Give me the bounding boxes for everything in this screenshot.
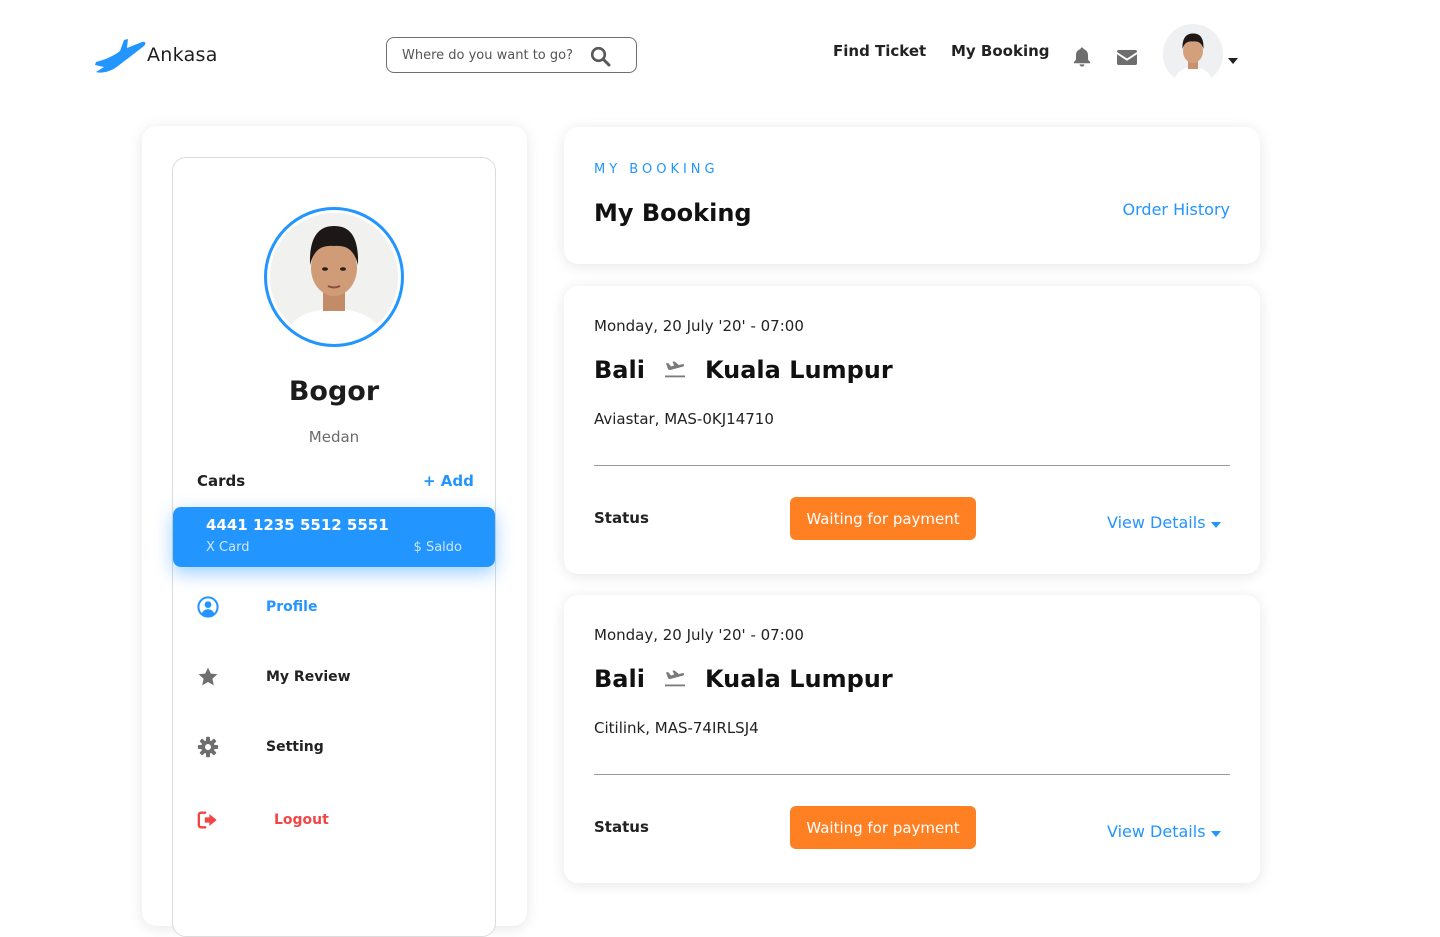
- divider: [594, 774, 1230, 775]
- origin-city: Bali: [594, 356, 645, 384]
- booking-card: Monday, 20 July '20' - 07:00 Bali Kuala …: [564, 286, 1260, 574]
- profile-photo[interactable]: [264, 207, 404, 347]
- flight-route: Bali Kuala Lumpur: [594, 356, 893, 384]
- gear-icon: [197, 736, 219, 758]
- flight-date: Monday, 20 July '20' - 07:00: [594, 626, 804, 644]
- search-bar[interactable]: [386, 37, 637, 73]
- view-details-button[interactable]: View Details: [1107, 822, 1221, 841]
- plane-icon: [664, 670, 685, 688]
- plane-icon: [664, 361, 685, 379]
- booking-header-card: MY BOOKING My Booking Order History: [564, 127, 1260, 264]
- status-label: Status: [594, 509, 649, 527]
- payment-card[interactable]: 4441 1235 5512 5551 X Card $ Saldo: [173, 507, 495, 567]
- logout-icon: [197, 809, 219, 831]
- status-badge: Waiting for payment: [790, 806, 976, 849]
- view-details-label: View Details: [1107, 513, 1206, 532]
- profile-city: Medan: [308, 428, 360, 446]
- star-icon: [197, 666, 219, 688]
- divider: [594, 465, 1230, 466]
- user-circle-icon: [197, 596, 219, 618]
- card-number: 4441 1235 5512 5551: [206, 516, 389, 534]
- menu-item-setting[interactable]: Setting: [197, 736, 324, 758]
- status-badge: Waiting for payment: [790, 497, 976, 540]
- chevron-down-icon: [1210, 822, 1221, 841]
- menu-item-profile[interactable]: Profile: [197, 596, 317, 618]
- airline-code: Aviastar, MAS-0KJ14710: [594, 410, 774, 428]
- chevron-down-icon[interactable]: [1228, 49, 1238, 68]
- menu-item-logout[interactable]: Logout: [197, 809, 329, 831]
- status-label: Status: [594, 818, 649, 836]
- menu-item-my-review[interactable]: My Review: [197, 666, 351, 688]
- order-history-link[interactable]: Order History: [1123, 200, 1230, 219]
- search-input[interactable]: [402, 47, 577, 63]
- airline-code: Citilink, MAS-74IRLSJ4: [594, 719, 759, 737]
- view-details-label: View Details: [1107, 822, 1206, 841]
- card-type: X Card: [206, 540, 250, 555]
- flight-route: Bali Kuala Lumpur: [594, 665, 893, 693]
- flight-date: Monday, 20 July '20' - 07:00: [594, 317, 804, 335]
- brand-logo[interactable]: Ankasa: [94, 36, 218, 74]
- bell-icon[interactable]: [1072, 46, 1092, 72]
- plane-logo-icon: [94, 36, 146, 74]
- nav-find-ticket[interactable]: Find Ticket: [833, 42, 926, 60]
- menu-item-label: Profile: [266, 599, 318, 615]
- mail-icon[interactable]: [1116, 49, 1138, 70]
- origin-city: Bali: [594, 665, 645, 693]
- menu-item-label: Logout: [274, 812, 329, 828]
- add-card-button[interactable]: + Add: [423, 472, 474, 490]
- booking-card: Monday, 20 July '20' - 07:00 Bali Kuala …: [564, 595, 1260, 883]
- menu-item-label: Setting: [266, 739, 324, 755]
- chevron-down-icon: [1210, 513, 1221, 532]
- menu-item-label: My Review: [266, 669, 351, 685]
- page-title: My Booking: [594, 199, 752, 227]
- profile-name: Bogor: [288, 376, 380, 407]
- user-avatar[interactable]: [1163, 24, 1223, 84]
- nav-my-booking[interactable]: My Booking: [951, 42, 1050, 60]
- search-icon[interactable]: [590, 46, 611, 71]
- destination-city: Kuala Lumpur: [704, 665, 893, 693]
- destination-city: Kuala Lumpur: [704, 356, 893, 384]
- view-details-button[interactable]: View Details: [1107, 513, 1221, 532]
- cards-label: Cards: [197, 472, 246, 490]
- brand-name: Ankasa: [147, 44, 218, 66]
- section-eyebrow: MY BOOKING: [594, 162, 719, 177]
- card-balance: $ Saldo: [413, 540, 462, 555]
